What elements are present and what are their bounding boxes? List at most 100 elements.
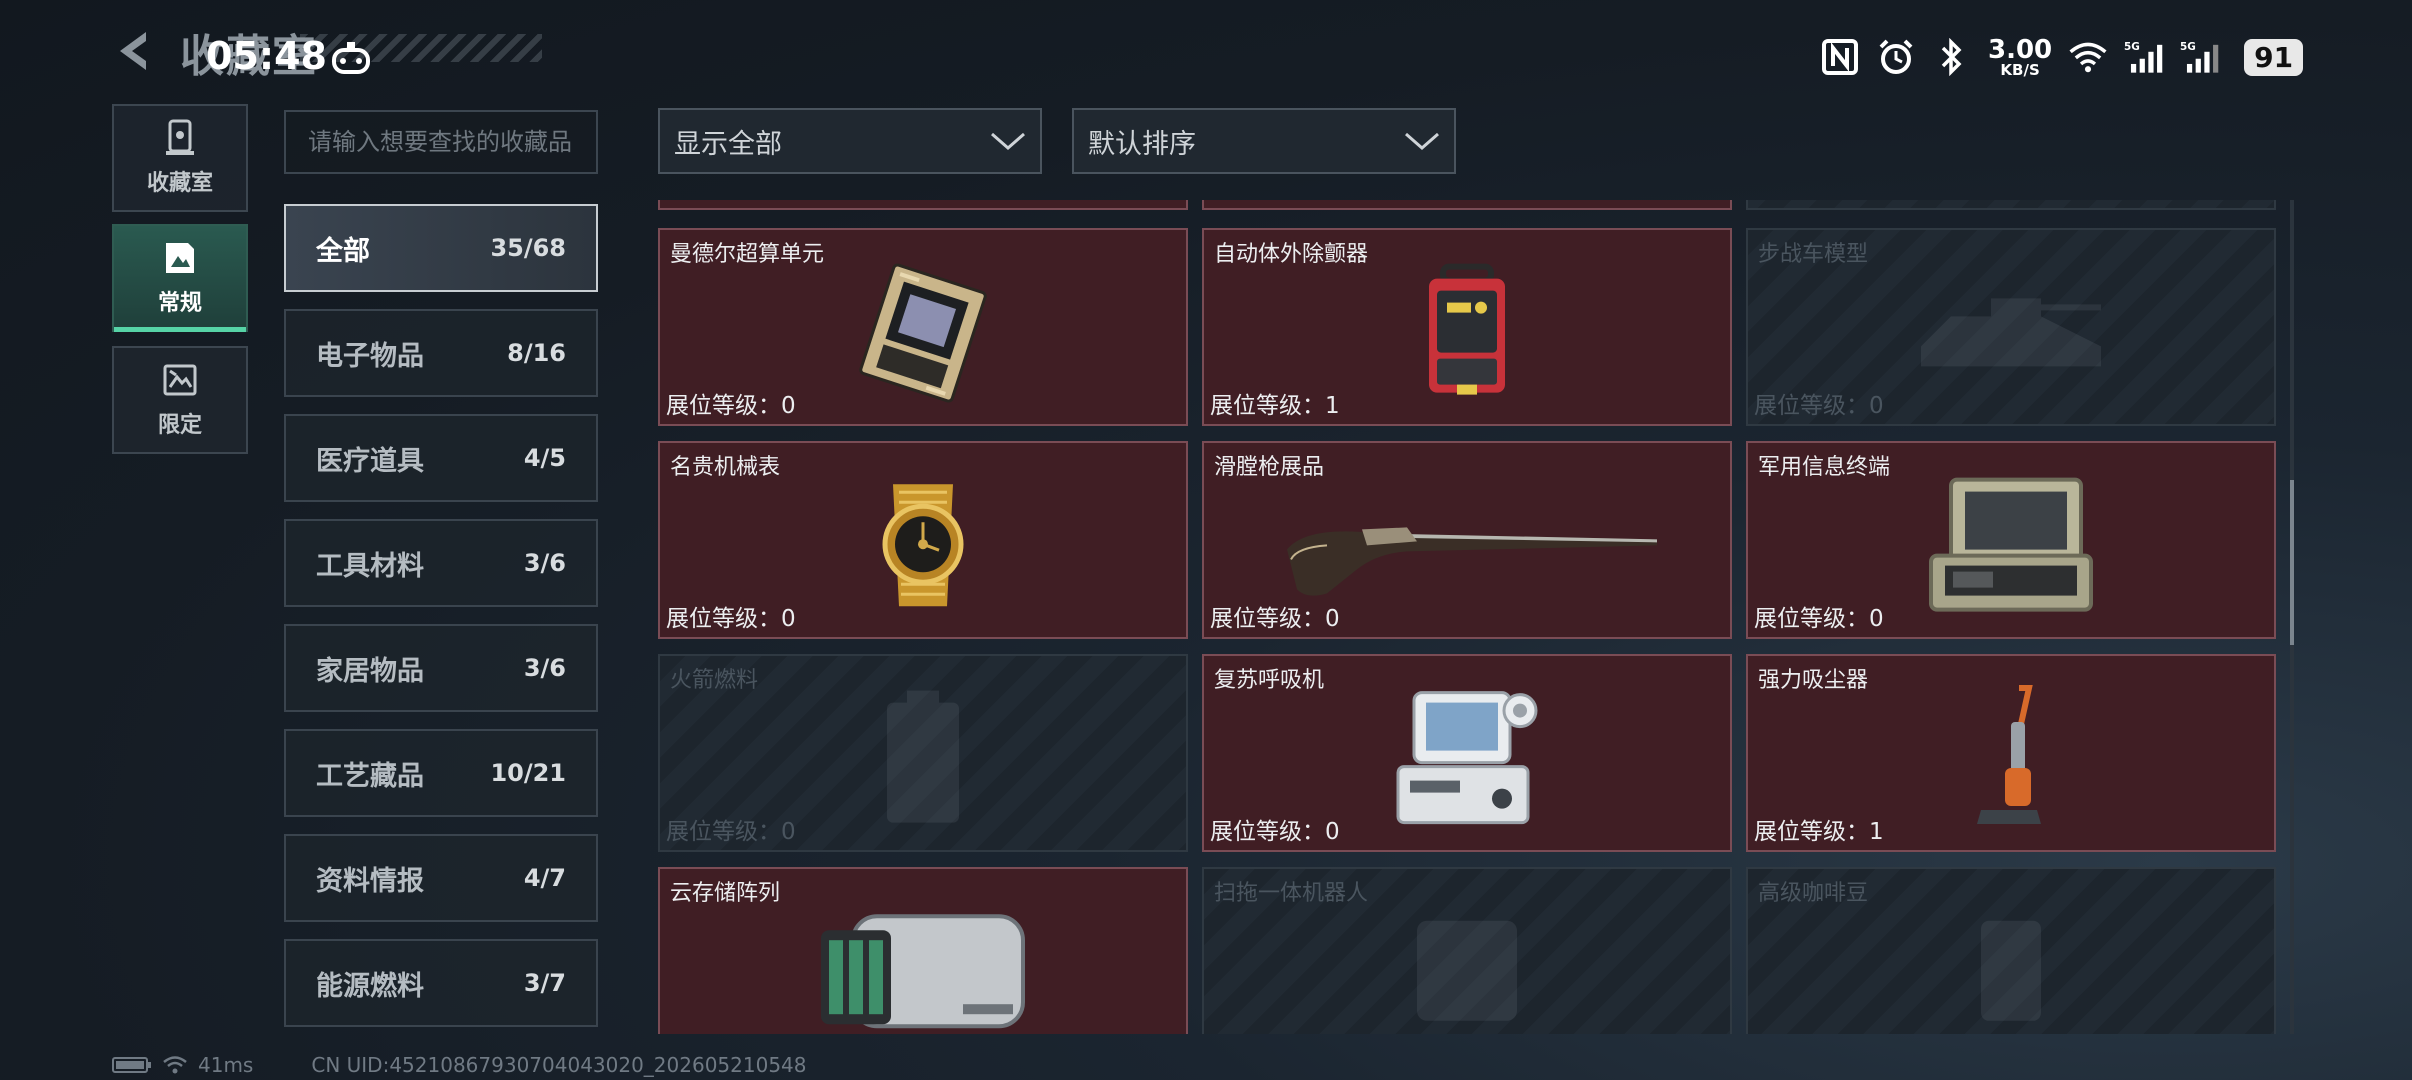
- category-name: 工具材料: [316, 550, 424, 582]
- mode-collection-room[interactable]: 收藏室: [112, 104, 248, 212]
- mode-regular[interactable]: 常规: [112, 224, 248, 332]
- status-icons: 3.00 KB/S 5G 5G 91: [1820, 34, 2304, 80]
- category-count: 3/7: [523, 969, 566, 997]
- item-level: 展位等级：0: [1754, 606, 1884, 632]
- svg-text:5G: 5G: [2124, 41, 2140, 53]
- defibrillator-icon: [1429, 263, 1505, 395]
- luxury-watch-icon: [882, 484, 964, 607]
- item-card[interactable]: 军用信息终端 展位等级：0: [1746, 441, 2276, 639]
- military-terminal-icon: [1929, 477, 2093, 612]
- display-filter-dropdown[interactable]: 显示全部: [658, 108, 1042, 174]
- supercomputer-unit-icon: [859, 263, 987, 403]
- net-speed-unit: KB/S: [2000, 60, 2040, 79]
- mode-label: 限定: [157, 413, 202, 438]
- category-name: 工艺藏品: [316, 760, 424, 792]
- item-name: 滑膛枪展品: [1214, 455, 1325, 480]
- footer-status: 41ms CN UID:45210867930704043020_2026052…: [112, 1052, 807, 1078]
- category-household[interactable]: 家居物品 3/6: [284, 624, 598, 712]
- item-level: 展位等级：0: [666, 606, 796, 632]
- search-input[interactable]: [284, 110, 598, 174]
- signal-5g-icon: 5G: [2180, 37, 2220, 77]
- category-electronics[interactable]: 电子物品 8/16: [284, 309, 598, 397]
- wifi-icon: [2068, 37, 2108, 77]
- mop-robot-icon: [1417, 920, 1517, 1021]
- category-count: 4/7: [523, 864, 566, 892]
- item-card[interactable]: 高级咖啡豆: [1746, 867, 2276, 1034]
- nfc-icon: [1820, 37, 1860, 77]
- storage-array-icon: [821, 914, 1025, 1029]
- bluetooth-icon: [1932, 37, 1972, 77]
- item-card-partial[interactable]: [1746, 200, 2276, 210]
- device-battery-icon: [112, 1057, 151, 1073]
- item-card[interactable]: 复苏呼吸机 展位等级：0: [1202, 654, 1732, 852]
- item-level: 展位等级：0: [1210, 819, 1340, 845]
- grid-scrollbar-thumb[interactable]: [2290, 480, 2294, 645]
- user-uid: CN UID:45210867930704043020_202605210548: [311, 1053, 807, 1077]
- regular-icon: [166, 243, 194, 273]
- chevron-down-icon: [1405, 132, 1439, 150]
- category-count: 3/6: [523, 654, 566, 682]
- item-card-partial[interactable]: [1202, 200, 1732, 210]
- display-filter-label: 显示全部: [674, 128, 782, 160]
- category-name: 电子物品: [316, 340, 424, 372]
- category-name: 资料情报: [316, 865, 424, 897]
- mode-label: 收藏室: [146, 171, 213, 196]
- category-medical[interactable]: 医疗道具 4/5: [284, 414, 598, 502]
- collection-grid[interactable]: 曼德尔超算单元 展位等级：0 自动体外除颤器 展位等级：1 步战车模型 展位等级…: [656, 200, 2276, 1034]
- coffee-beans-icon: [1981, 920, 2041, 1021]
- item-card[interactable]: 自动体外除颤器 展位等级：1: [1202, 228, 1732, 426]
- item-level: 展位等级：0: [1754, 393, 1884, 419]
- gamepad-icon: [332, 42, 370, 74]
- item-name: 扫拖一体机器人: [1214, 881, 1369, 906]
- vacuum-cleaner-icon: [1977, 685, 2041, 824]
- item-card[interactable]: 滑膛枪展品 展位等级：0: [1202, 441, 1732, 639]
- ventilator-icon: [1396, 691, 1538, 825]
- item-card[interactable]: 步战车模型 展位等级：0: [1746, 228, 2276, 426]
- item-name: 名贵机械表: [670, 455, 781, 480]
- item-card[interactable]: 云存储阵列: [658, 867, 1188, 1034]
- back-button[interactable]: [112, 28, 158, 74]
- item-name: 军用信息终端: [1758, 455, 1891, 480]
- item-name: 曼德尔超算单元: [670, 242, 825, 267]
- sort-dropdown[interactable]: 默认排序: [1072, 108, 1456, 174]
- item-name: 步战车模型: [1758, 242, 1869, 267]
- item-level: 展位等级：1: [1754, 819, 1884, 845]
- item-level: 展位等级：0: [666, 819, 796, 845]
- category-name: 能源燃料: [316, 970, 424, 1002]
- battery-indicator: 91: [2244, 38, 2304, 76]
- item-card-partial[interactable]: [658, 200, 1188, 210]
- category-intel[interactable]: 资料情报 4/7: [284, 834, 598, 922]
- item-name: 自动体外除颤器: [1214, 242, 1369, 267]
- item-card[interactable]: 扫拖一体机器人: [1202, 867, 1732, 1034]
- item-level: 展位等级：1: [1210, 393, 1340, 419]
- item-card[interactable]: 曼德尔超算单元 展位等级：0: [658, 228, 1188, 426]
- category-name: 家居物品: [316, 655, 424, 687]
- chevron-down-icon: [991, 132, 1025, 150]
- item-card[interactable]: 名贵机械表 展位等级：0: [658, 441, 1188, 639]
- signal-5g-icon: 5G: [2124, 37, 2164, 77]
- item-name: 云存储阵列: [670, 881, 781, 906]
- rocket-fuel-icon: [887, 690, 959, 823]
- category-energy[interactable]: 能源燃料 3/7: [284, 939, 598, 1027]
- category-count: 35/68: [490, 234, 566, 262]
- sort-label: 默认排序: [1088, 128, 1196, 160]
- musket-icon: [1287, 527, 1657, 596]
- svg-text:5G: 5G: [2180, 41, 2196, 53]
- item-card[interactable]: 火箭燃料 展位等级：0: [658, 654, 1188, 852]
- alarm-icon: [1876, 37, 1916, 77]
- net-speed: 3.00 KB/S: [1988, 37, 2052, 78]
- limited-icon: [163, 364, 197, 396]
- item-name: 高级咖啡豆: [1758, 881, 1869, 906]
- category-tools[interactable]: 工具材料 3/6: [284, 519, 598, 607]
- category-count: 8/16: [507, 339, 566, 367]
- category-crafts[interactable]: 工艺藏品 10/21: [284, 729, 598, 817]
- item-name: 火箭燃料: [670, 668, 759, 693]
- category-name: 全部: [316, 235, 370, 267]
- status-clock: 05:48: [206, 34, 327, 78]
- mode-label: 常规: [157, 291, 202, 316]
- category-all[interactable]: 全部 35/68: [284, 204, 598, 292]
- ifv-model-icon: [1921, 298, 2101, 367]
- item-card[interactable]: 强力吸尘器 展位等级：1: [1746, 654, 2276, 852]
- mode-limited[interactable]: 限定: [112, 346, 248, 454]
- top-bar: 收藏室 05:48 3.00 KB/S 5G 5G 91: [0, 0, 2412, 100]
